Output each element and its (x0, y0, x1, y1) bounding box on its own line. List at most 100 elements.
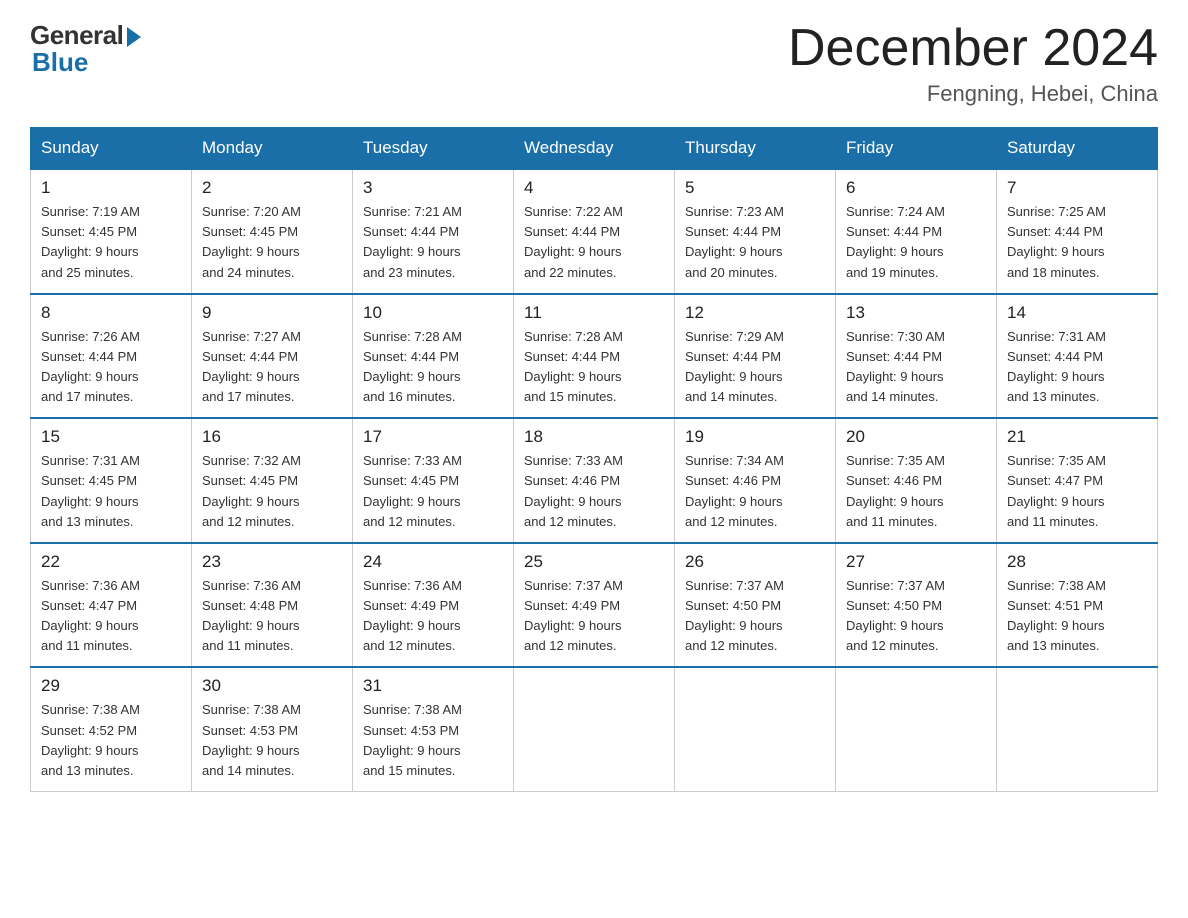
calendar-cell: 8 Sunrise: 7:26 AMSunset: 4:44 PMDaylight… (31, 294, 192, 419)
day-info: Sunrise: 7:28 AMSunset: 4:44 PMDaylight:… (524, 327, 664, 408)
page-header: General Blue December 2024 Fengning, Heb… (30, 20, 1158, 107)
col-header-thursday: Thursday (675, 128, 836, 170)
day-number: 14 (1007, 303, 1147, 323)
day-number: 9 (202, 303, 342, 323)
day-number: 11 (524, 303, 664, 323)
calendar-cell: 3 Sunrise: 7:21 AMSunset: 4:44 PMDaylight… (353, 169, 514, 294)
day-info: Sunrise: 7:38 AMSunset: 4:53 PMDaylight:… (363, 700, 503, 781)
calendar-cell: 5Sunrise: 7:23 AMSunset: 4:44 PMDaylight… (675, 169, 836, 294)
calendar-cell: 9Sunrise: 7:27 AMSunset: 4:44 PMDaylight… (192, 294, 353, 419)
day-info: Sunrise: 7:33 AMSunset: 4:46 PMDaylight:… (524, 451, 664, 532)
calendar-cell: 30Sunrise: 7:38 AMSunset: 4:53 PMDayligh… (192, 667, 353, 791)
day-info: Sunrise: 7:26 AMSunset: 4:44 PMDaylight:… (41, 327, 181, 408)
day-number: 26 (685, 552, 825, 572)
header-row: SundayMondayTuesdayWednesdayThursdayFrid… (31, 128, 1158, 170)
week-row-5: 29 Sunrise: 7:38 AMSunset: 4:52 PMDayligh… (31, 667, 1158, 791)
calendar-cell: 31Sunrise: 7:38 AMSunset: 4:53 PMDayligh… (353, 667, 514, 791)
calendar-cell: 16Sunrise: 7:32 AMSunset: 4:45 PMDayligh… (192, 418, 353, 543)
day-info: Sunrise: 7:37 AMSunset: 4:50 PMDaylight:… (685, 576, 825, 657)
day-number: 12 (685, 303, 825, 323)
day-info: Sunrise: 7:29 AMSunset: 4:44 PMDaylight:… (685, 327, 825, 408)
title-block: December 2024 Fengning, Hebei, China (788, 20, 1158, 107)
calendar-cell: 29 Sunrise: 7:38 AMSunset: 4:52 PMDayligh… (31, 667, 192, 791)
day-info: Sunrise: 7:28 AMSunset: 4:44 PMDaylight:… (363, 327, 503, 408)
day-number: 10 (363, 303, 503, 323)
day-info: Sunrise: 7:33 AMSunset: 4:45 PMDaylight:… (363, 451, 503, 532)
week-row-4: 22 Sunrise: 7:36 AMSunset: 4:47 PMDayligh… (31, 543, 1158, 668)
day-info: Sunrise: 7:38 AMSunset: 4:53 PMDaylight:… (202, 700, 342, 781)
day-info: Sunrise: 7:35 AMSunset: 4:47 PMDaylight:… (1007, 451, 1147, 532)
day-number: 18 (524, 427, 664, 447)
month-title: December 2024 (788, 20, 1158, 77)
day-number: 22 (41, 552, 181, 572)
day-number: 4 (524, 178, 664, 198)
col-header-tuesday: Tuesday (353, 128, 514, 170)
calendar-cell: 2Sunrise: 7:20 AMSunset: 4:45 PMDaylight… (192, 169, 353, 294)
week-row-3: 15 Sunrise: 7:31 AMSunset: 4:45 PMDayligh… (31, 418, 1158, 543)
calendar-cell (836, 667, 997, 791)
logo: General Blue (30, 20, 141, 78)
calendar-table: SundayMondayTuesdayWednesdayThursdayFrid… (30, 127, 1158, 792)
day-info: Sunrise: 7:34 AMSunset: 4:46 PMDaylight:… (685, 451, 825, 532)
calendar-cell: 11 Sunrise: 7:28 AMSunset: 4:44 PMDayligh… (514, 294, 675, 419)
day-info: Sunrise: 7:24 AMSunset: 4:44 PMDaylight:… (846, 202, 986, 283)
day-number: 24 (363, 552, 503, 572)
day-number: 15 (41, 427, 181, 447)
day-number: 29 (41, 676, 181, 696)
day-info: Sunrise: 7:36 AMSunset: 4:49 PMDaylight:… (363, 576, 503, 657)
day-info: Sunrise: 7:25 AMSunset: 4:44 PMDaylight:… (1007, 202, 1147, 283)
day-info: Sunrise: 7:23 AMSunset: 4:44 PMDaylight:… (685, 202, 825, 283)
day-number: 19 (685, 427, 825, 447)
calendar-cell: 19 Sunrise: 7:34 AMSunset: 4:46 PMDayligh… (675, 418, 836, 543)
day-info: Sunrise: 7:36 AMSunset: 4:48 PMDaylight:… (202, 576, 342, 657)
col-header-monday: Monday (192, 128, 353, 170)
day-number: 23 (202, 552, 342, 572)
logo-blue-text: Blue (32, 47, 88, 78)
day-number: 3 (363, 178, 503, 198)
day-number: 17 (363, 427, 503, 447)
calendar-cell (514, 667, 675, 791)
day-info: Sunrise: 7:37 AMSunset: 4:49 PMDaylight:… (524, 576, 664, 657)
col-header-sunday: Sunday (31, 128, 192, 170)
col-header-wednesday: Wednesday (514, 128, 675, 170)
calendar-cell: 20 Sunrise: 7:35 AMSunset: 4:46 PMDayligh… (836, 418, 997, 543)
day-info: Sunrise: 7:36 AMSunset: 4:47 PMDaylight:… (41, 576, 181, 657)
day-info: Sunrise: 7:31 AMSunset: 4:44 PMDaylight:… (1007, 327, 1147, 408)
day-info: Sunrise: 7:38 AMSunset: 4:51 PMDaylight:… (1007, 576, 1147, 657)
day-number: 16 (202, 427, 342, 447)
week-row-2: 8 Sunrise: 7:26 AMSunset: 4:44 PMDaylight… (31, 294, 1158, 419)
day-info: Sunrise: 7:21 AMSunset: 4:44 PMDaylight:… (363, 202, 503, 283)
day-number: 21 (1007, 427, 1147, 447)
calendar-cell (675, 667, 836, 791)
day-number: 20 (846, 427, 986, 447)
logo-arrow-icon (127, 27, 141, 47)
calendar-cell: 4 Sunrise: 7:22 AMSunset: 4:44 PMDaylight… (514, 169, 675, 294)
location-text: Fengning, Hebei, China (788, 81, 1158, 107)
day-info: Sunrise: 7:22 AMSunset: 4:44 PMDaylight:… (524, 202, 664, 283)
calendar-cell: 24 Sunrise: 7:36 AMSunset: 4:49 PMDayligh… (353, 543, 514, 668)
calendar-cell: 6 Sunrise: 7:24 AMSunset: 4:44 PMDaylight… (836, 169, 997, 294)
calendar-cell: 26 Sunrise: 7:37 AMSunset: 4:50 PMDayligh… (675, 543, 836, 668)
col-header-saturday: Saturday (997, 128, 1158, 170)
calendar-cell: 14 Sunrise: 7:31 AMSunset: 4:44 PMDayligh… (997, 294, 1158, 419)
calendar-cell: 1Sunrise: 7:19 AMSunset: 4:45 PMDaylight… (31, 169, 192, 294)
day-number: 2 (202, 178, 342, 198)
day-info: Sunrise: 7:35 AMSunset: 4:46 PMDaylight:… (846, 451, 986, 532)
calendar-cell: 18 Sunrise: 7:33 AMSunset: 4:46 PMDayligh… (514, 418, 675, 543)
calendar-cell: 7 Sunrise: 7:25 AMSunset: 4:44 PMDaylight… (997, 169, 1158, 294)
day-number: 13 (846, 303, 986, 323)
day-number: 7 (1007, 178, 1147, 198)
day-info: Sunrise: 7:38 AMSunset: 4:52 PMDaylight:… (41, 700, 181, 781)
day-info: Sunrise: 7:31 AMSunset: 4:45 PMDaylight:… (41, 451, 181, 532)
day-info: Sunrise: 7:37 AMSunset: 4:50 PMDaylight:… (846, 576, 986, 657)
calendar-cell: 22 Sunrise: 7:36 AMSunset: 4:47 PMDayligh… (31, 543, 192, 668)
day-number: 8 (41, 303, 181, 323)
day-info: Sunrise: 7:30 AMSunset: 4:44 PMDaylight:… (846, 327, 986, 408)
calendar-cell: 13 Sunrise: 7:30 AMSunset: 4:44 PMDayligh… (836, 294, 997, 419)
calendar-cell: 15 Sunrise: 7:31 AMSunset: 4:45 PMDayligh… (31, 418, 192, 543)
day-info: Sunrise: 7:19 AMSunset: 4:45 PMDaylight:… (41, 202, 181, 283)
calendar-cell: 25 Sunrise: 7:37 AMSunset: 4:49 PMDayligh… (514, 543, 675, 668)
day-number: 6 (846, 178, 986, 198)
day-number: 25 (524, 552, 664, 572)
day-number: 28 (1007, 552, 1147, 572)
